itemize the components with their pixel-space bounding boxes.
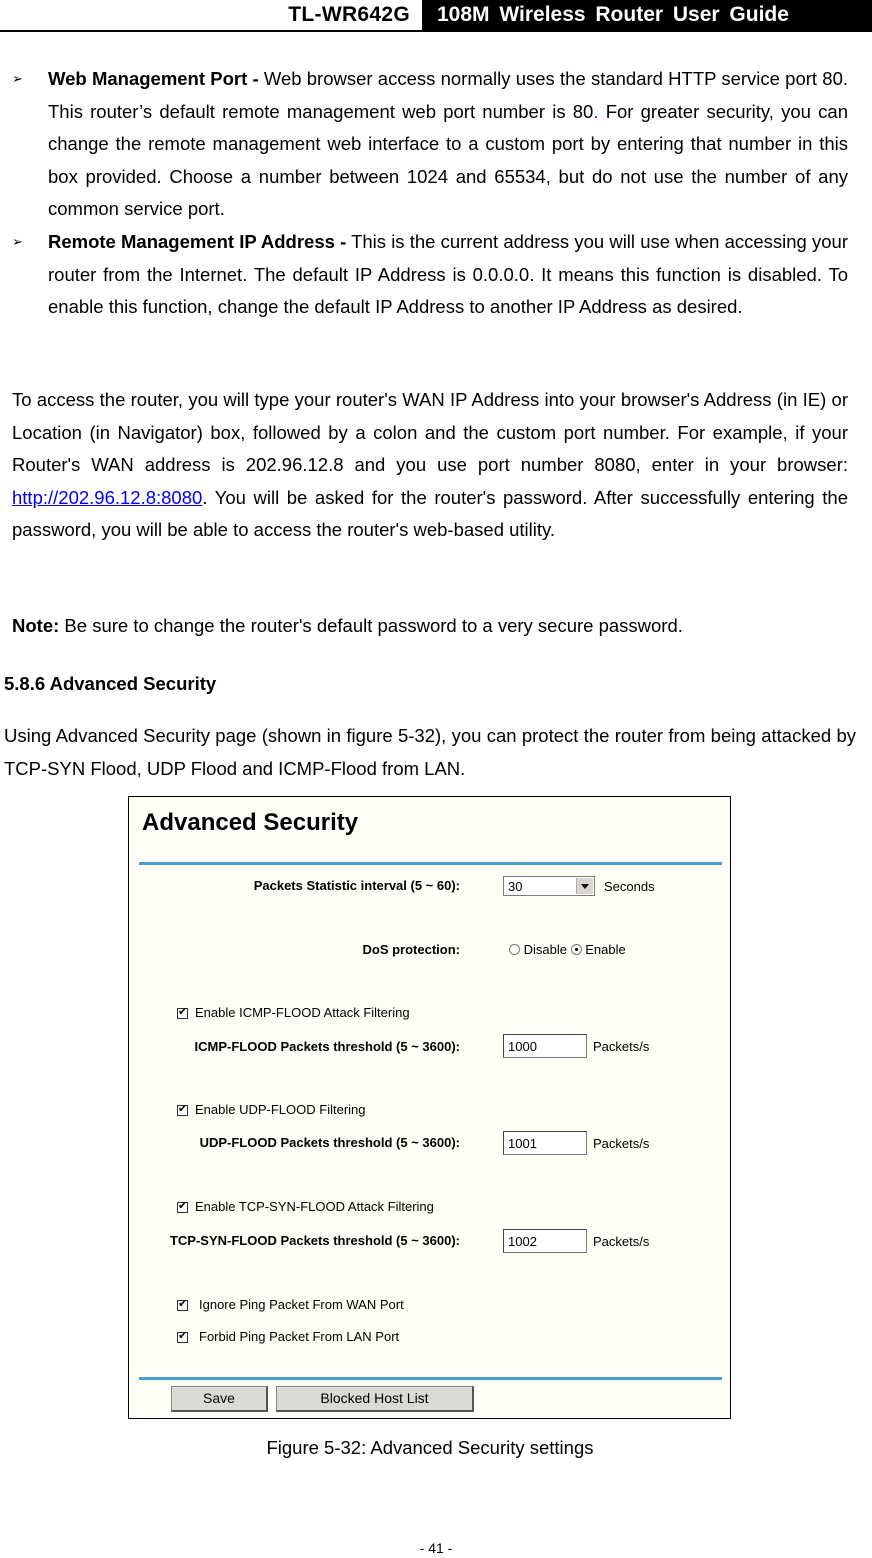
tcp-threshold-label: TCP-SYN-FLOOD Packets threshold (5 ~ 360… — [169, 1233, 460, 1248]
icmp-threshold-unit: Packets/s — [593, 1039, 650, 1054]
section-intro: Using Advanced Security page (shown in f… — [4, 725, 856, 779]
page-header: TL-WR642G 108M Wireless Router User Guid… — [0, 0, 872, 34]
select-value: 30 — [508, 879, 523, 894]
radio-disable-label: Disable — [523, 942, 567, 957]
header-rule — [0, 30, 872, 32]
icmp-threshold-input[interactable]: 1000 — [503, 1034, 587, 1058]
tcp-threshold-unit: Packets/s — [593, 1234, 650, 1249]
note-paragraph: Note: Be sure to change the router's def… — [12, 610, 848, 643]
packets-interval-select[interactable]: 30 — [503, 876, 595, 896]
packets-interval-label: Packets Statistic interval (5 ~ 60): — [253, 878, 460, 893]
ignore-wan-ping-checkbox[interactable] — [177, 1297, 188, 1311]
udp-flood-checkbox-label: Enable UDP-FLOOD Filtering — [195, 1102, 366, 1117]
paragraph-text: To access the router, you will type your… — [12, 389, 848, 475]
ignore-wan-ping-label: Ignore Ping Packet From WAN Port — [199, 1297, 404, 1312]
red-period: . — [593, 100, 599, 122]
figure-caption: Figure 5-32: Advanced Security settings — [266, 1437, 594, 1458]
icmp-flood-checkbox-label: Enable ICMP-FLOOD Attack Filtering — [195, 1005, 410, 1020]
bullet-term: Web Management Port - — [48, 68, 259, 89]
forbid-lan-ping-label: Forbid Ping Packet From LAN Port — [199, 1329, 400, 1344]
example-url-link[interactable]: http://202.96.12.8:8080 — [12, 487, 202, 508]
udp-threshold-input[interactable]: 1001 — [503, 1131, 587, 1155]
icmp-flood-checkbox[interactable] — [177, 1005, 188, 1019]
blocked-host-list-button[interactable]: Blocked Host List — [276, 1386, 474, 1412]
udp-threshold-label: UDP-FLOOD Packets threshold (5 ~ 3600): — [199, 1135, 460, 1150]
bullet-arrow-icon: ➢ — [12, 234, 23, 249]
model-name: TL-WR642G — [288, 3, 410, 26]
chevron-down-icon[interactable] — [576, 878, 593, 894]
note-text: Be sure to change the router's default p… — [59, 615, 683, 636]
icmp-threshold-label: ICMP-FLOOD Packets threshold (5 ~ 3600): — [194, 1039, 460, 1054]
forbid-lan-ping-checkbox[interactable] — [177, 1329, 188, 1343]
divider-line — [139, 862, 722, 865]
bullet-term: Remote Management IP Address - — [48, 231, 347, 252]
save-button[interactable]: Save — [171, 1386, 268, 1412]
tcp-syn-flood-checkbox[interactable] — [177, 1199, 188, 1213]
radio-enable[interactable] — [570, 944, 582, 955]
dos-radio-group: Disable Enable — [509, 942, 626, 957]
bullet-web-management-port: ➢ Web Management Port - Web browser acce… — [12, 63, 848, 226]
page-number: - 41 - — [419, 1540, 453, 1556]
access-paragraph: To access the router, you will type your… — [12, 384, 848, 547]
bullet-remote-management-ip: ➢ Remote Management IP Address - This is… — [12, 226, 848, 324]
advanced-security-figure: Advanced Security Packets Statistic inte… — [128, 796, 731, 1419]
radio-enable-label: Enable — [585, 942, 626, 957]
radio-disable[interactable] — [509, 944, 520, 955]
bullet-arrow-icon: ➢ — [12, 71, 23, 86]
note-label: Note: — [12, 615, 60, 636]
tcp-syn-flood-checkbox-label: Enable TCP-SYN-FLOOD Attack Filtering — [195, 1199, 434, 1214]
section-heading: 5.8.6 Advanced Security — [4, 673, 217, 694]
figure-title: Advanced Security — [142, 809, 359, 836]
udp-threshold-unit: Packets/s — [593, 1136, 650, 1151]
udp-flood-checkbox[interactable] — [177, 1102, 188, 1116]
divider-line — [139, 1377, 722, 1380]
tcp-threshold-input[interactable]: 1002 — [503, 1229, 587, 1253]
dos-protection-label: DoS protection: — [362, 942, 461, 957]
seconds-unit: Seconds — [604, 879, 655, 894]
guide-title: 108M Wireless Router User Guide — [422, 0, 872, 30]
